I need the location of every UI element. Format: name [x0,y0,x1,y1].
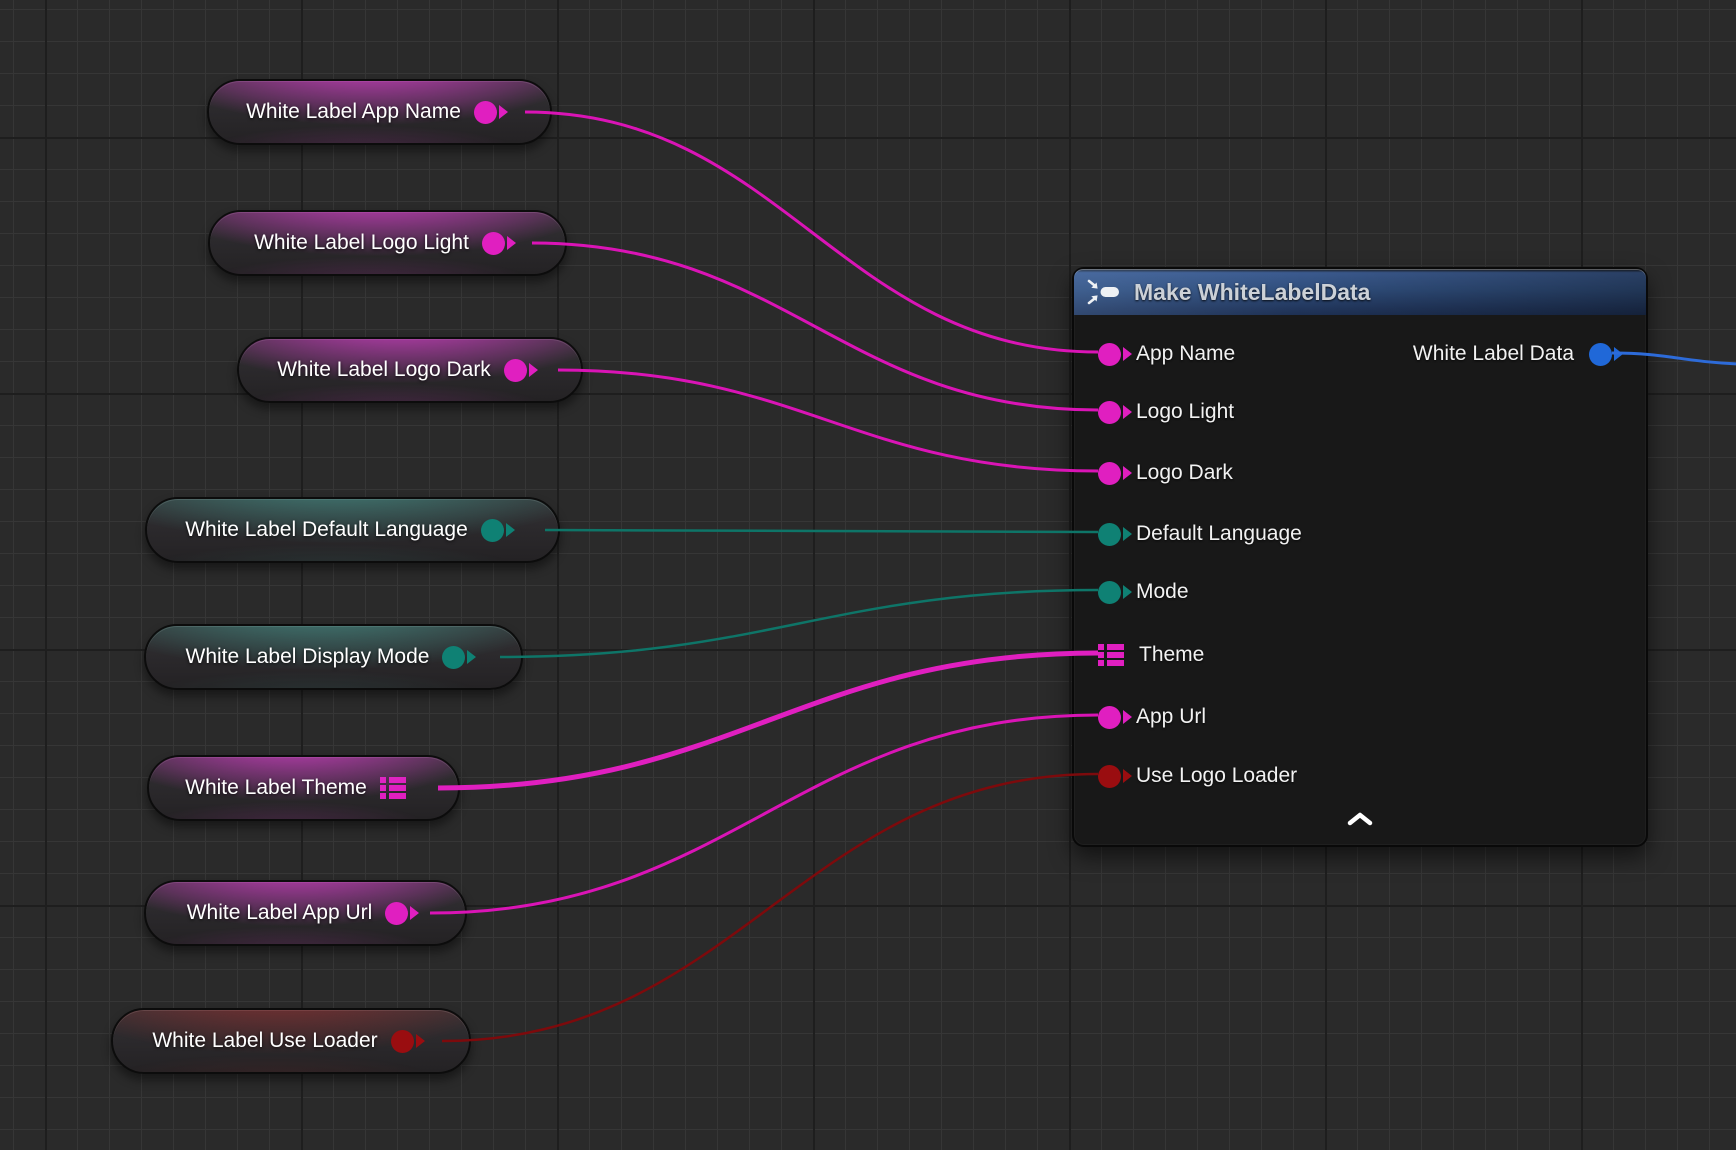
getter-node-white-label-app-name[interactable]: White Label App Name [207,79,552,145]
pin-label: Use Logo Loader [1136,764,1297,788]
getter-node-white-label-display-mode[interactable]: White Label Display Mode [144,624,523,690]
input-pin-use-logo-loader[interactable] [1098,765,1121,788]
wire-use-loader[interactable] [442,774,1098,1041]
node-title: White Label Logo Light [254,231,469,255]
input-pin-app-name[interactable] [1098,343,1121,366]
collapse-node-button[interactable] [1345,812,1375,826]
wire-app-name[interactable] [525,112,1098,352]
input-pin-row: App Name [1098,334,1235,374]
struct-rows-icon[interactable] [380,775,406,801]
blueprint-graph-canvas[interactable]: White Label App Name White Label Logo Li… [0,0,1736,1150]
wire-theme[interactable] [438,653,1098,788]
input-pin-default-language[interactable] [1098,523,1121,546]
input-pin-theme-struct-icon[interactable] [1098,642,1124,668]
output-pin-white-label-data[interactable] [1589,343,1612,366]
node-title: White Label Display Mode [186,645,430,669]
input-pin-logo-light[interactable] [1098,401,1121,424]
chevron-up-icon [1345,812,1375,826]
input-pin-row: Mode [1098,572,1189,612]
pin-label: Logo Dark [1136,461,1233,485]
input-pin-row: Logo Light [1098,392,1234,432]
wire-app-url[interactable] [430,715,1098,913]
node-header[interactable]: Make WhiteLabelData [1074,269,1646,315]
getter-node-white-label-logo-dark[interactable]: White Label Logo Dark [237,337,583,403]
wire-default-language[interactable] [545,530,1098,532]
bool-output-pin[interactable] [391,1030,414,1053]
input-pin-app-url[interactable] [1098,706,1121,729]
string-output-pin[interactable] [385,902,408,925]
getter-node-white-label-logo-light[interactable]: White Label Logo Light [208,210,567,276]
getter-node-white-label-theme[interactable]: White Label Theme [147,755,460,821]
input-pin-row: Use Logo Loader [1098,756,1297,796]
getter-node-white-label-use-loader[interactable]: White Label Use Loader [111,1008,471,1074]
pin-label: White Label Data [1413,342,1574,366]
pin-label: Default Language [1136,522,1302,546]
make-struct-icon [1087,279,1121,305]
node-title: White Label Logo Dark [277,358,491,382]
input-pin-row: Logo Dark [1098,453,1233,493]
output-pin-row: White Label Data [1413,334,1612,374]
input-pin-row: Theme [1098,635,1204,675]
pin-label: App Name [1136,342,1235,366]
pin-label: Theme [1139,643,1204,667]
wire-display-mode[interactable] [500,590,1098,657]
input-pin-row: App Url [1098,697,1206,737]
enum-output-pin[interactable] [442,646,465,669]
input-pin-row: Default Language [1098,514,1302,554]
pin-label: Mode [1136,580,1189,604]
node-title: White Label Default Language [185,518,468,542]
make-whitelabeldata-node[interactable]: Make WhiteLabelData App Name Logo Light … [1072,267,1648,847]
node-title: White Label App Name [246,100,461,124]
string-output-pin[interactable] [504,359,527,382]
wire-logo-dark[interactable] [558,370,1098,471]
getter-node-white-label-default-language[interactable]: White Label Default Language [145,497,560,563]
node-title: White Label App Url [187,901,373,925]
node-title: White Label Use Loader [152,1029,377,1053]
string-output-pin[interactable] [482,232,505,255]
node-title: Make WhiteLabelData [1134,279,1370,306]
pin-label: Logo Light [1136,400,1234,424]
getter-node-white-label-app-url[interactable]: White Label App Url [144,880,467,946]
input-pin-mode[interactable] [1098,581,1121,604]
wire-logo-light[interactable] [532,243,1098,410]
pin-label: App Url [1136,705,1206,729]
node-title: White Label Theme [185,776,367,800]
input-pin-logo-dark[interactable] [1098,462,1121,485]
enum-output-pin[interactable] [481,519,504,542]
string-output-pin[interactable] [474,101,497,124]
